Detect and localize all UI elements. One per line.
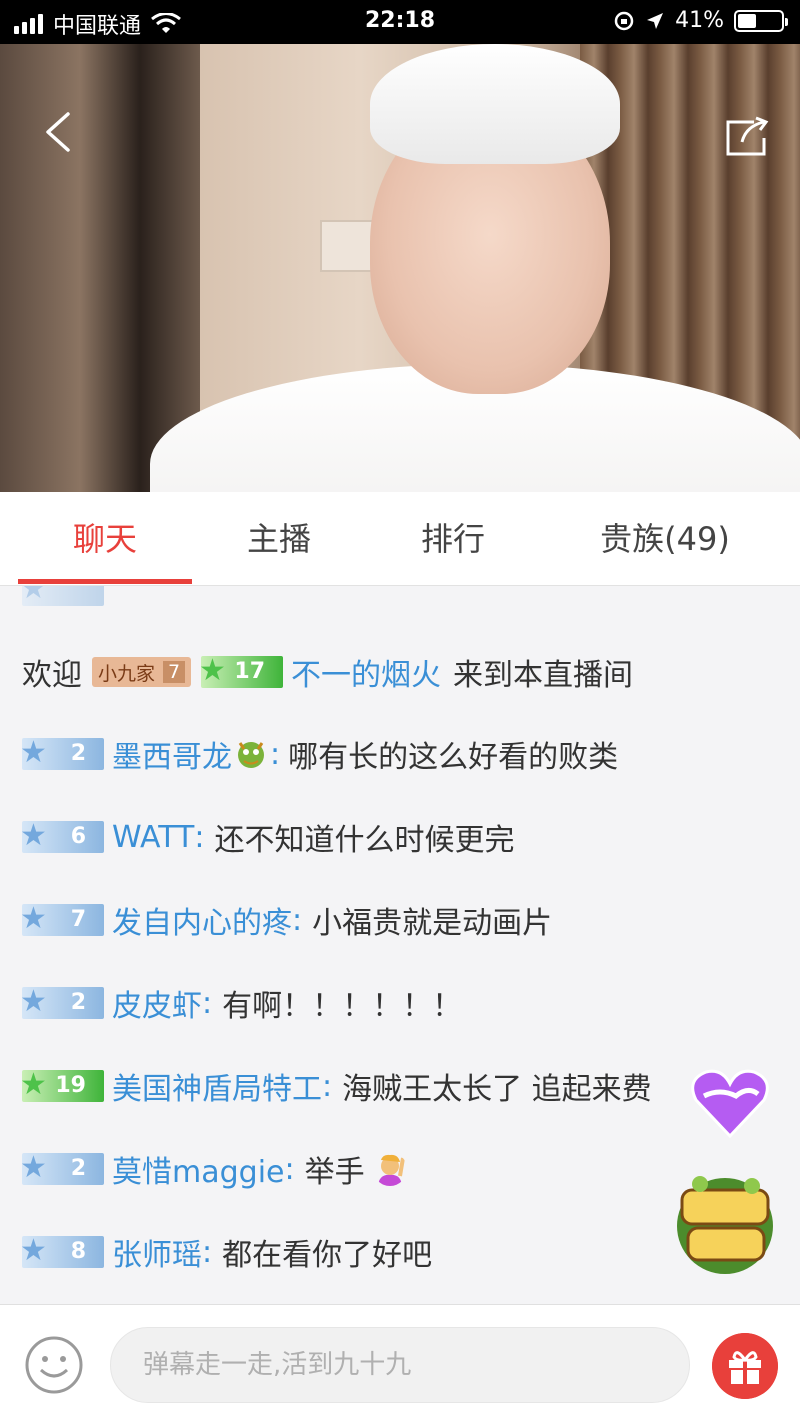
chat-message: ★ 6 WATT: 还不知道什么时候更完 [20, 817, 515, 859]
chat-text: 有啊！！！！！！ [222, 989, 463, 1024]
chat-text: 哪有长的这么好看的败类 [288, 740, 619, 775]
fan-level: 7 [163, 661, 186, 683]
chat-username[interactable]: WATT [112, 820, 194, 855]
chat-username[interactable]: 墨西哥龙 [112, 732, 232, 776]
pet-garden-icon[interactable] [670, 1168, 780, 1278]
welcome-prefix: 欢迎 [22, 658, 82, 693]
chat-message: ★ 7 发自内心的疼: 小福贵就是动画片 [20, 898, 553, 942]
tab-bar: 聊天 主播 排行 贵族(49) [0, 492, 800, 586]
chat-message: ★ 2 皮皮虾: 有啊！！！！！！ [20, 981, 463, 1025]
share-icon[interactable] [724, 114, 770, 158]
bottom-bar: 弹幕走一走,活到九十九 [0, 1304, 800, 1422]
tab-host[interactable]: 主播 [192, 492, 366, 586]
chat-text: 都在看你了好吧 [222, 1238, 433, 1273]
gift-icon[interactable] [712, 1333, 778, 1399]
chat-message: ★ 2 墨西哥龙 : 哪有长的这么好看的败类 [20, 732, 619, 776]
chat-message: ★ 19 美国神盾局特工: 海贼王太长了 追起来费 [20, 1064, 652, 1108]
dragon-emoji-icon [238, 742, 264, 768]
chat-message: ★ 2 莫惜maggie: 举手 [20, 1147, 409, 1191]
back-icon[interactable] [40, 112, 80, 152]
live-video[interactable] [0, 44, 800, 492]
level-badge: ★ 7 [20, 901, 104, 936]
level-badge: ★ 8 [20, 1233, 104, 1268]
chat-text: 还不知道什么时候更完 [214, 823, 515, 858]
chat-message: ★ 8 张师瑶: 都在看你了好吧 [20, 1230, 433, 1274]
fan-badge: 小九家 7 [92, 657, 192, 687]
raising-hand-emoji-icon [377, 1154, 405, 1186]
chat-username[interactable]: 不一的烟火 [291, 650, 441, 694]
danmaku-input[interactable]: 弹幕走一走,活到九十九 [110, 1327, 690, 1403]
chat-text: 小福贵就是动画片 [312, 906, 553, 941]
battery-percent: 41% [675, 8, 724, 33]
emoji-picker-icon[interactable] [24, 1335, 84, 1395]
welcome-suffix: 来到本直播间 [453, 658, 634, 693]
location-icon [647, 12, 664, 29]
chat-text: 举手 [304, 1155, 365, 1190]
level-badge: ★ 2 [20, 984, 104, 1019]
gift-heart-icon[interactable] [690, 1066, 770, 1140]
level-badge: ★ 2 [20, 1150, 104, 1185]
tab-ranking[interactable]: 排行 [366, 492, 540, 586]
level-badge: ★ 17 [199, 653, 284, 688]
status-bar: 中国联通 22:18 41% [0, 0, 800, 44]
streamer-cap [370, 44, 620, 164]
welcome-message: 欢迎 小九家 7 ★ 17 不一的烟火 来到本直播间 [22, 650, 634, 694]
tab-chat[interactable]: 聊天 [18, 492, 192, 586]
level-badge: ★ 6 [20, 818, 104, 853]
level-badge: ★ 19 [20, 1067, 104, 1102]
chat-username[interactable]: 张师瑶 [112, 1230, 202, 1274]
chat-username[interactable]: 美国神盾局特工 [112, 1064, 322, 1108]
orientation-lock-icon [614, 11, 634, 30]
chat-username[interactable]: 皮皮虾 [112, 981, 202, 1025]
chat-username[interactable]: 发自内心的疼 [112, 898, 292, 942]
active-tab-indicator [18, 579, 192, 584]
battery-icon [734, 9, 788, 32]
chat-username[interactable]: 莫惜maggie [112, 1147, 285, 1191]
list-item: ★ [20, 586, 112, 610]
tab-nobility[interactable]: 贵族(49) [560, 492, 770, 586]
level-badge: ★ 2 [20, 735, 104, 770]
chat-text: 海贼王太长了 追起来费 [342, 1072, 652, 1107]
